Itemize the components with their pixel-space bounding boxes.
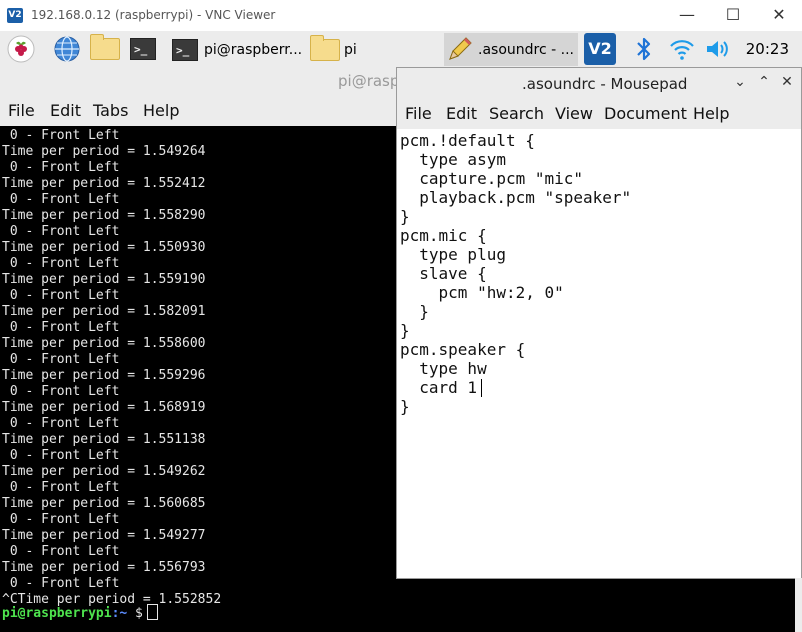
editor-line: card 1 bbox=[400, 378, 478, 397]
taskbar: >_ >_ pi@raspberr... pi .asoundrc - ... … bbox=[0, 31, 802, 68]
menu-help[interactable]: Help bbox=[693, 104, 729, 123]
vnc-server-icon[interactable]: V2 bbox=[583, 32, 617, 66]
terminal-line: Time per period = 1.559190 bbox=[2, 272, 206, 287]
menu-file[interactable]: File bbox=[405, 104, 432, 123]
terminal-cursor bbox=[146, 604, 158, 620]
terminal-icon[interactable]: >_ bbox=[128, 34, 158, 64]
web-browser-icon[interactable] bbox=[52, 34, 82, 64]
terminal-line: 0 - Front Left bbox=[2, 416, 120, 431]
taskbar-task-mousepad[interactable]: .asoundrc - ... bbox=[444, 33, 578, 66]
chevron-up-icon[interactable]: ⌃ bbox=[755, 73, 773, 91]
menu-edit[interactable]: Edit bbox=[50, 101, 81, 120]
menu-search[interactable]: Search bbox=[489, 104, 544, 123]
terminal-line: 0 - Front Left bbox=[2, 288, 120, 303]
menu-view[interactable]: View bbox=[555, 104, 593, 123]
editor-line: capture.pcm "mic" bbox=[400, 169, 584, 188]
terminal-line: Time per period = 1.568919 bbox=[2, 400, 206, 415]
terminal-prompt: pi@raspberrypi:~ $ bbox=[2, 604, 158, 622]
terminal-icon: >_ bbox=[172, 38, 198, 61]
editor-line: pcm.speaker { bbox=[400, 340, 526, 359]
minimize-icon[interactable]: — bbox=[664, 4, 710, 28]
terminal-line: Time per period = 1.551138 bbox=[2, 432, 206, 447]
mousepad-title: .asoundrc - Mousepad bbox=[522, 75, 688, 93]
volume-icon[interactable] bbox=[703, 34, 733, 64]
clock: 20:23 bbox=[745, 40, 789, 58]
editor-line: } bbox=[400, 302, 429, 321]
terminal-line: 0 - Front Left bbox=[2, 128, 120, 143]
vnc-window-title: 192.168.0.12 (raspberrypi) - VNC Viewer bbox=[31, 8, 276, 22]
close-icon[interactable]: ✕ bbox=[778, 73, 796, 91]
prompt-symbol: $ bbox=[127, 606, 143, 621]
terminal-line: 0 - Front Left bbox=[2, 576, 120, 591]
editor-line: pcm.mic { bbox=[400, 226, 487, 245]
terminal-line: 0 - Front Left bbox=[2, 544, 120, 559]
chevron-down-icon[interactable]: ⌄ bbox=[731, 73, 749, 91]
prompt-path: :~ bbox=[111, 606, 128, 621]
maximize-icon[interactable]: ☐ bbox=[710, 4, 756, 28]
editor-line: type plug bbox=[400, 245, 506, 264]
taskbar-task-folder[interactable]: pi bbox=[310, 33, 440, 66]
terminal-lines: 0 - Front Left Time per period = 1.549264… bbox=[2, 128, 221, 608]
terminal-line: 0 - Front Left bbox=[2, 160, 120, 175]
terminal-line: 0 - Front Left bbox=[2, 256, 120, 271]
editor-line: } bbox=[400, 207, 410, 226]
editor-lines: pcm.!default { type asym capture.pcm "mi… bbox=[400, 131, 631, 416]
editor-line: } bbox=[400, 397, 410, 416]
terminal-line: 0 - Front Left bbox=[2, 320, 120, 335]
terminal-line: 0 - Front Left bbox=[2, 480, 120, 495]
mousepad-titlebar[interactable]: .asoundrc - Mousepad ⌄ ⌃ ✕ bbox=[397, 68, 801, 98]
terminal-line: Time per period = 1.560685 bbox=[2, 496, 206, 511]
terminal-line: Time per period = 1.558290 bbox=[2, 208, 206, 223]
terminal-line: Time per period = 1.558600 bbox=[2, 336, 206, 351]
terminal-line: 0 - Front Left bbox=[2, 352, 120, 367]
editor-line: type asym bbox=[400, 150, 506, 169]
editor-line: pcm "hw:2, 0" bbox=[400, 283, 564, 302]
task-label: pi@raspberr... bbox=[204, 41, 303, 58]
terminal-line: 0 - Front Left bbox=[2, 384, 120, 399]
terminal-line: Time per period = 1.582091 bbox=[2, 304, 206, 319]
wifi-icon[interactable] bbox=[667, 34, 697, 64]
terminal-line: Time per period = 1.549262 bbox=[2, 464, 206, 479]
prompt-user: pi@raspberrypi bbox=[2, 606, 112, 621]
terminal-line: 0 - Front Left bbox=[2, 512, 120, 527]
menu-edit[interactable]: Edit bbox=[446, 104, 477, 123]
desktop-edge bbox=[795, 578, 802, 632]
terminal-line: 0 - Front Left bbox=[2, 224, 120, 239]
terminal-line: 0 - Front Left bbox=[2, 192, 120, 207]
mousepad-menubar: File Edit Search View Document Help bbox=[397, 98, 801, 129]
terminal-line: Time per period = 1.549277 bbox=[2, 528, 206, 543]
editor-line: pcm.!default { bbox=[400, 131, 535, 150]
mousepad-window: .asoundrc - Mousepad ⌄ ⌃ ✕ File Edit Sea… bbox=[396, 67, 802, 579]
bluetooth-icon[interactable] bbox=[629, 34, 659, 64]
text-caret bbox=[481, 379, 482, 397]
task-label: .asoundrc - ... bbox=[478, 41, 574, 58]
folder-icon bbox=[310, 34, 340, 61]
terminal-line: Time per period = 1.550930 bbox=[2, 240, 206, 255]
terminal-line: Time per period = 1.549264 bbox=[2, 144, 206, 159]
editor-text-area[interactable]: pcm.!default { type asym capture.pcm "mi… bbox=[397, 129, 801, 578]
menu-file[interactable]: File bbox=[8, 101, 35, 120]
editor-line: playback.pcm "speaker" bbox=[400, 188, 632, 207]
raspberry-menu-icon[interactable] bbox=[6, 34, 36, 64]
editor-line: slave { bbox=[400, 264, 487, 283]
menu-help[interactable]: Help bbox=[143, 101, 179, 120]
menu-tabs[interactable]: Tabs bbox=[93, 101, 128, 120]
terminal-line: Time per period = 1.552412 bbox=[2, 176, 206, 191]
terminal-title: pi@rasp bbox=[338, 72, 400, 90]
menu-document[interactable]: Document bbox=[604, 104, 687, 123]
terminal-line: Time per period = 1.556793 bbox=[2, 560, 206, 575]
editor-line: } bbox=[400, 321, 410, 340]
editor-line: type hw bbox=[400, 359, 487, 378]
file-manager-icon[interactable] bbox=[90, 34, 120, 64]
terminal-line: 0 - Front Left bbox=[2, 448, 120, 463]
terminal-line: Time per period = 1.559296 bbox=[2, 368, 206, 383]
vnc-titlebar: V2 192.168.0.12 (raspberrypi) - VNC View… bbox=[0, 0, 802, 31]
text-editor-icon bbox=[444, 35, 474, 65]
vnc-logo: V2 bbox=[7, 8, 23, 23]
task-label: pi bbox=[344, 41, 357, 58]
close-icon[interactable]: ✕ bbox=[756, 4, 802, 28]
taskbar-task-terminal[interactable]: >_ pi@raspberr... bbox=[172, 33, 306, 66]
